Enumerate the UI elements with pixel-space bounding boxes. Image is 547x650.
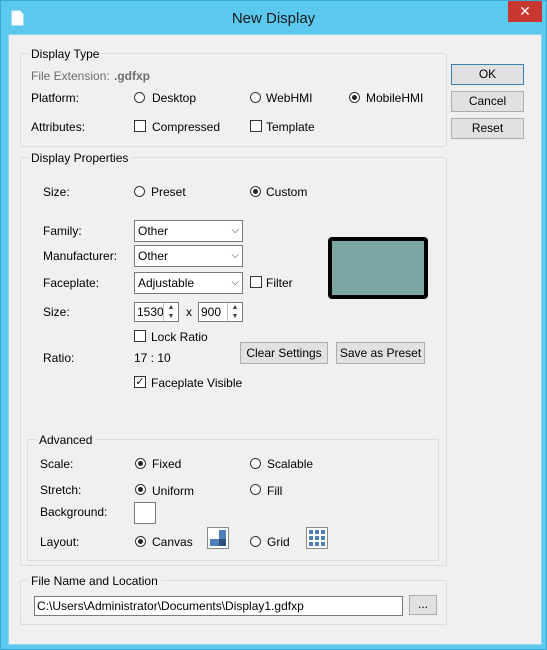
layout-canvas-label: Canvas xyxy=(152,535,193,549)
family-label: Family: xyxy=(43,224,82,238)
spin-arrows-icon[interactable]: ▲ ▼ xyxy=(227,303,242,321)
ok-button[interactable]: OK xyxy=(451,64,524,85)
display-type-title: Display Type xyxy=(28,47,103,61)
compressed-checkbox[interactable] xyxy=(134,120,146,132)
size-mode-label: Size: xyxy=(43,185,70,199)
title-bar[interactable]: New Display ✕ xyxy=(1,1,546,35)
stretch-uniform-label: Uniform xyxy=(152,484,195,498)
times-label: x xyxy=(186,305,192,319)
manufacturer-select[interactable]: Other ⌵ xyxy=(134,245,243,267)
size-preset-label: Preset xyxy=(151,185,186,199)
scale-scalable-label: Scalable xyxy=(267,457,314,471)
dialog-window: New Display ✕ OK Cancel Reset Display Ty… xyxy=(0,0,547,650)
stretch-fill-label: Fill xyxy=(267,484,283,498)
display-properties-group: Display Properties Size: Preset Custom F… xyxy=(20,151,447,566)
platform-webhmi-label: WebHMI xyxy=(266,91,313,105)
layout-grid-label: Grid xyxy=(267,535,290,549)
family-value: Other xyxy=(138,224,169,238)
display-type-group: Display Type File Extension: .gdfxp Plat… xyxy=(20,47,447,147)
compressed-label: Compressed xyxy=(152,120,221,134)
manufacturer-label: Manufacturer: xyxy=(43,249,118,263)
file-extension-label: File Extension: xyxy=(31,69,110,83)
browse-button[interactable]: ... xyxy=(409,595,437,615)
family-select[interactable]: Other ⌵ xyxy=(134,220,243,242)
dialog-client: OK Cancel Reset Display Type File Extens… xyxy=(8,34,542,645)
layout-grid-radio[interactable] xyxy=(250,536,261,547)
cancel-button[interactable]: Cancel xyxy=(451,91,524,112)
height-value: 900 xyxy=(201,305,222,319)
faceplate-label: Faceplate: xyxy=(43,276,100,290)
file-extension-value: .gdfxp xyxy=(114,69,150,83)
lock-ratio-checkbox[interactable] xyxy=(134,330,146,342)
stretch-label: Stretch: xyxy=(40,483,82,497)
scale-label: Scale: xyxy=(40,457,74,471)
file-location-group: File Name and Location C:\Users\Administ… xyxy=(20,574,447,625)
faceplate-visible-checkbox[interactable]: ✓ xyxy=(134,376,146,388)
filter-label: Filter xyxy=(266,276,293,290)
dimension-label: Size: xyxy=(43,305,70,319)
grid-layout-icon[interactable] xyxy=(306,527,328,549)
template-label: Template xyxy=(266,120,315,134)
ratio-value: 17 : 10 xyxy=(134,351,171,365)
faceplate-select[interactable]: Adjustable ⌵ xyxy=(134,272,243,294)
spin-arrows-icon[interactable]: ▲ ▼ xyxy=(163,303,178,321)
background-label: Background: xyxy=(40,505,108,519)
platform-desktop-radio[interactable] xyxy=(134,92,145,103)
ratio-label: Ratio: xyxy=(43,351,75,365)
size-preset-radio[interactable] xyxy=(134,186,145,197)
advanced-title: Advanced xyxy=(36,433,96,447)
save-as-preset-button[interactable]: Save as Preset xyxy=(336,342,425,364)
advanced-group: Advanced Scale: Fixed Scalable Stretch: … xyxy=(27,433,439,561)
background-color-swatch[interactable] xyxy=(134,502,156,524)
size-custom-label: Custom xyxy=(266,185,308,199)
display-properties-title: Display Properties xyxy=(28,151,132,165)
reset-button[interactable]: Reset xyxy=(451,118,524,139)
height-stepper[interactable]: 900 ▲ ▼ xyxy=(198,302,243,322)
filter-checkbox[interactable] xyxy=(250,276,262,288)
platform-desktop-label: Desktop xyxy=(152,91,197,105)
size-custom-radio[interactable] xyxy=(250,186,261,197)
width-value: 1530 xyxy=(137,305,164,319)
attributes-label: Attributes: xyxy=(31,120,86,134)
file-path-input[interactable]: C:\Users\Administrator\Documents\Display… xyxy=(34,596,403,616)
file-location-title: File Name and Location xyxy=(28,574,161,588)
window-title: New Display xyxy=(231,10,316,27)
scale-fixed-label: Fixed xyxy=(152,457,182,471)
platform-mobilehmi-label: MobileHMI xyxy=(366,91,424,105)
close-button[interactable]: ✕ xyxy=(508,1,542,22)
clear-settings-button[interactable]: Clear Settings xyxy=(240,342,328,364)
stretch-fill-radio[interactable] xyxy=(250,484,261,495)
layout-label: Layout: xyxy=(40,535,80,549)
template-checkbox[interactable] xyxy=(250,120,262,132)
lock-ratio-label: Lock Ratio xyxy=(151,330,208,344)
faceplate-visible-label: Faceplate Visible xyxy=(151,376,243,390)
chevron-down-icon: ⌵ xyxy=(231,277,239,288)
width-stepper[interactable]: 1530 ▲ ▼ xyxy=(134,302,179,322)
manufacturer-value: Other xyxy=(138,249,169,263)
canvas-layout-icon[interactable] xyxy=(207,527,229,549)
chevron-down-icon: ⌵ xyxy=(231,225,239,236)
chevron-down-icon: ⌵ xyxy=(231,250,239,261)
stretch-uniform-radio[interactable] xyxy=(135,484,146,495)
faceplate-preview xyxy=(328,237,428,299)
platform-label: Platform: xyxy=(31,91,80,105)
faceplate-value: Adjustable xyxy=(138,276,195,290)
layout-canvas-radio[interactable] xyxy=(135,536,146,547)
platform-webhmi-radio[interactable] xyxy=(250,92,261,103)
platform-mobilehmi-radio[interactable] xyxy=(349,92,360,103)
scale-scalable-radio[interactable] xyxy=(250,458,261,469)
scale-fixed-radio[interactable] xyxy=(135,458,146,469)
